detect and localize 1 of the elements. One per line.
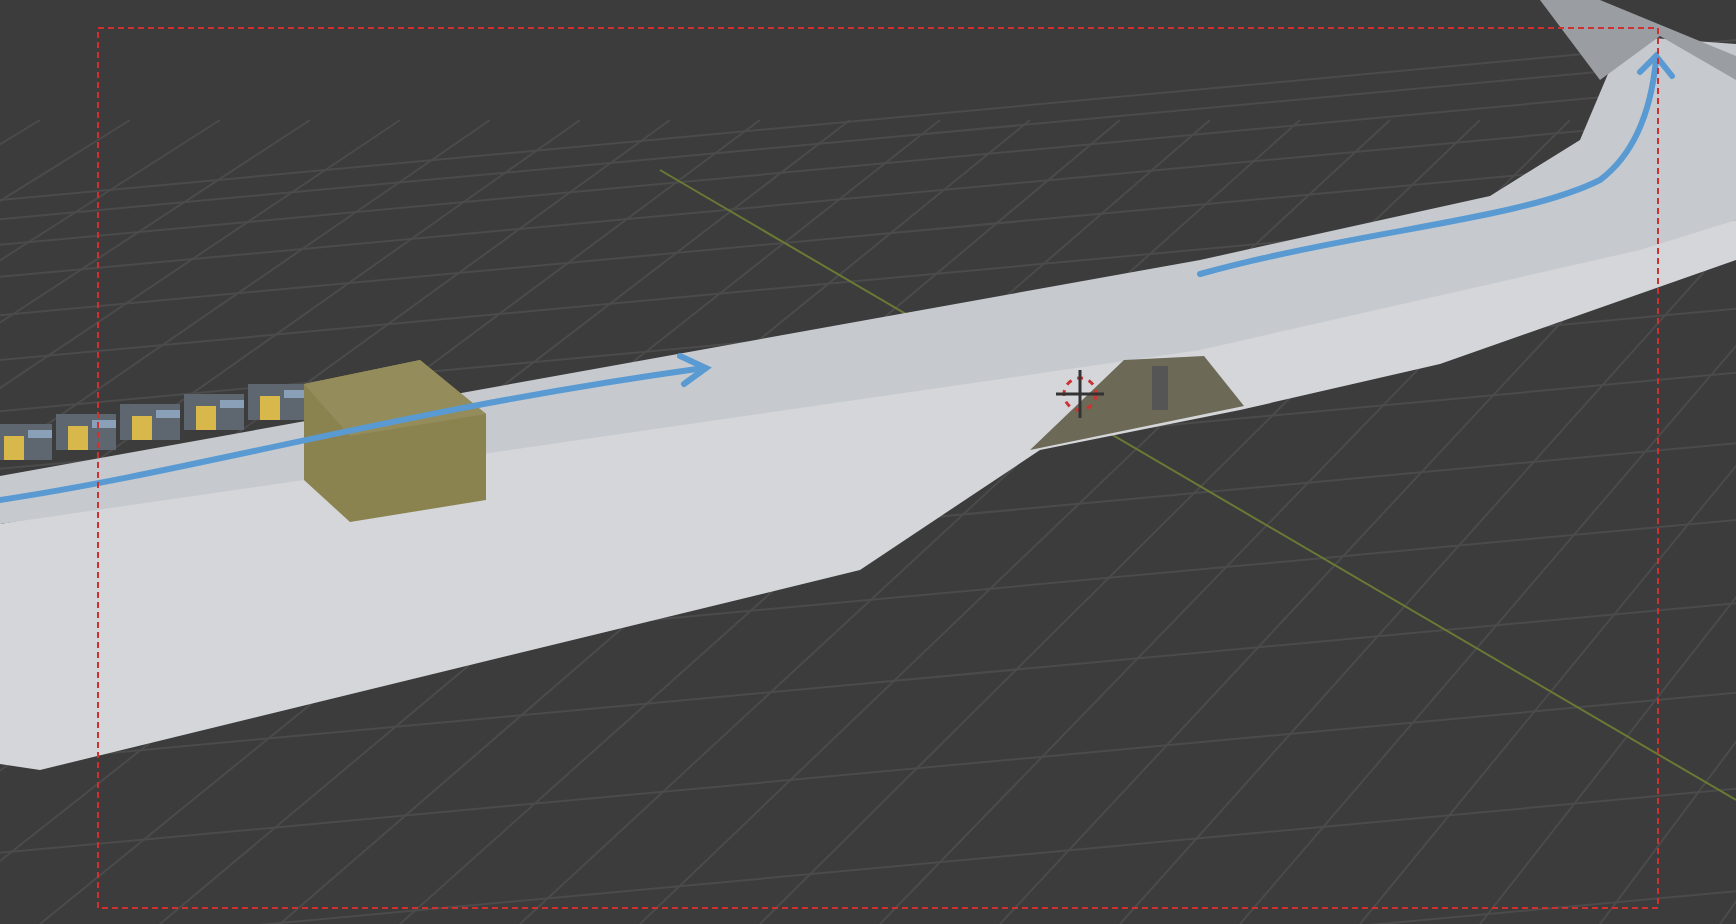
3d-cursor-icon <box>1056 370 1104 418</box>
